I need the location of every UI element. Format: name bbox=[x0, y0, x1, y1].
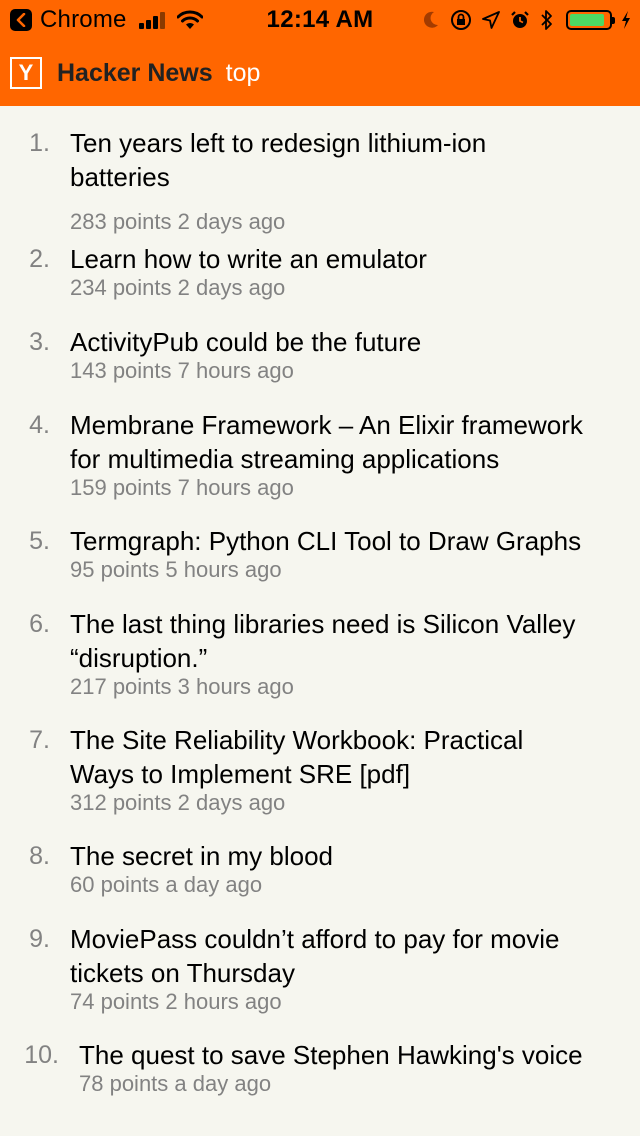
story-points: 159 points bbox=[70, 475, 172, 500]
story-item[interactable]: 3. ActivityPub could be the future 143 poi… bbox=[0, 325, 640, 391]
story-meta: 74 points 2 hours ago bbox=[70, 988, 282, 1016]
story-item[interactable]: 10. The quest to save Stephen Hawking's v… bbox=[0, 1038, 640, 1104]
story-rank: 1. bbox=[29, 129, 50, 157]
story-title[interactable]: The quest to save Stephen Hawking's voic… bbox=[79, 1038, 640, 1072]
app-header: Y Hacker News top bbox=[0, 40, 640, 106]
story-age: 2 hours ago bbox=[165, 989, 282, 1014]
story-title[interactable]: The secret in my blood bbox=[70, 839, 640, 873]
story-age: a day ago bbox=[174, 1071, 272, 1096]
story-points: 95 points bbox=[70, 557, 160, 582]
story-meta: 234 points 2 days ago bbox=[70, 274, 285, 302]
story-title-line[interactable]: batteries bbox=[70, 160, 640, 194]
story-age: 3 hours ago bbox=[177, 674, 294, 699]
story-points: 74 points bbox=[70, 989, 160, 1014]
story-title-line[interactable]: Learn how to write an emulator bbox=[70, 242, 640, 276]
story-points: 143 points bbox=[70, 358, 172, 383]
story-title-line[interactable]: tickets on Thursday bbox=[70, 956, 640, 990]
site-title[interactable]: Hacker News bbox=[57, 59, 213, 88]
story-points: 283 points bbox=[70, 209, 172, 234]
story-meta: 283 points 2 days ago bbox=[70, 208, 285, 236]
story-rank: 5. bbox=[29, 527, 50, 555]
story-rank: 2. bbox=[29, 245, 50, 273]
story-rank: 3. bbox=[29, 328, 50, 356]
story-title[interactable]: MoviePass couldn’t afford to pay for mov… bbox=[70, 922, 640, 990]
bluetooth-icon bbox=[541, 10, 552, 30]
story-title[interactable]: The Site Reliability Workbook: Practical… bbox=[70, 723, 640, 791]
story-age: 7 hours ago bbox=[177, 358, 294, 383]
hn-app-screen: Chrome 12:14 AM Y Hacker News top 1. Ten… bbox=[0, 0, 640, 1136]
story-age: 2 days ago bbox=[177, 790, 286, 815]
story-meta: 159 points 7 hours ago bbox=[70, 474, 294, 502]
story-meta: 143 points 7 hours ago bbox=[70, 357, 294, 385]
status-bar: Chrome 12:14 AM bbox=[0, 0, 640, 40]
back-to-app[interactable]: Chrome bbox=[10, 0, 203, 40]
story-rank: 9. bbox=[29, 925, 50, 953]
rotation-lock-icon bbox=[451, 10, 471, 30]
story-title-line[interactable]: Termgraph: Python CLI Tool to Draw Graph… bbox=[70, 524, 640, 558]
story-meta: 78 points a day ago bbox=[79, 1070, 271, 1098]
story-item[interactable]: 6. The last thing libraries need is Silic… bbox=[0, 607, 640, 707]
story-meta: 60 points a day ago bbox=[70, 871, 262, 899]
story-title-line[interactable]: The last thing libraries need is Silicon… bbox=[70, 607, 640, 641]
story-rank: 10. bbox=[24, 1041, 59, 1069]
story-item[interactable]: 4. Membrane Framework – An Elixir framewo… bbox=[0, 408, 640, 508]
story-item[interactable]: 7. The Site Reliability Workbook: Practic… bbox=[0, 723, 640, 823]
moon-icon bbox=[423, 11, 438, 28]
story-age: a day ago bbox=[165, 872, 263, 897]
story-title-line[interactable]: The quest to save Stephen Hawking's voic… bbox=[79, 1038, 640, 1072]
story-title[interactable]: Learn how to write an emulator bbox=[70, 242, 640, 276]
story-item[interactable]: 8. The secret in my blood 60 points a day … bbox=[0, 839, 640, 905]
story-points: 312 points bbox=[70, 790, 172, 815]
story-meta: 312 points 2 days ago bbox=[70, 789, 285, 817]
battery-fill bbox=[570, 14, 605, 26]
story-title[interactable]: Ten years left to redesign lithium-ion ba… bbox=[70, 126, 640, 194]
story-age: 2 days ago bbox=[177, 275, 286, 300]
story-points: 234 points bbox=[70, 275, 172, 300]
story-title[interactable]: Membrane Framework – An Elixir framework… bbox=[70, 408, 640, 476]
story-item[interactable]: 1. Ten years left to redesign lithium-ion… bbox=[0, 126, 640, 242]
story-rank: 4. bbox=[29, 411, 50, 439]
story-title-line[interactable]: The secret in my blood bbox=[70, 839, 640, 873]
back-arrow-icon[interactable] bbox=[10, 9, 32, 31]
top-bar: Chrome 12:14 AM Y Hacker News top bbox=[0, 0, 640, 106]
wifi-icon bbox=[176, 10, 203, 29]
charging-bolt-icon bbox=[622, 11, 630, 29]
story-title-line[interactable]: ActivityPub could be the future bbox=[70, 325, 640, 359]
story-title[interactable]: ActivityPub could be the future bbox=[70, 325, 640, 359]
status-icons bbox=[412, 0, 632, 40]
back-app-label[interactable]: Chrome bbox=[40, 6, 127, 34]
story-item[interactable]: 2. Learn how to write an emulator 234 poin… bbox=[0, 242, 640, 308]
location-icon bbox=[482, 11, 500, 29]
story-item[interactable]: 5. Termgraph: Python CLI Tool to Draw Gra… bbox=[0, 524, 640, 590]
signal-icon bbox=[138, 11, 167, 29]
alarm-icon bbox=[511, 11, 529, 28]
hn-logo[interactable]: Y bbox=[10, 57, 42, 89]
story-title-line[interactable]: for multimedia streaming applications bbox=[70, 442, 640, 476]
story-points: 78 points bbox=[79, 1071, 169, 1096]
story-points: 60 points bbox=[70, 872, 160, 897]
story-age: 7 hours ago bbox=[177, 475, 294, 500]
story-title-line[interactable]: Ten years left to redesign lithium-ion bbox=[70, 126, 640, 160]
story-title[interactable]: The last thing libraries need is Silicon… bbox=[70, 607, 640, 675]
story-title-line[interactable]: MoviePass couldn’t afford to pay for mov… bbox=[70, 922, 640, 956]
story-title-line[interactable]: Ways to Implement SRE [pdf] bbox=[70, 757, 640, 791]
story-points: 217 points bbox=[70, 674, 172, 699]
story-rank: 6. bbox=[29, 610, 50, 638]
story-meta: 217 points 3 hours ago bbox=[70, 673, 294, 701]
story-title-line[interactable]: The Site Reliability Workbook: Practical bbox=[70, 723, 640, 757]
story-meta: 95 points 5 hours ago bbox=[70, 556, 282, 584]
story-rank: 7. bbox=[29, 726, 50, 754]
story-age: 5 hours ago bbox=[165, 557, 282, 582]
story-item[interactable]: 9. MoviePass couldn’t afford to pay for m… bbox=[0, 922, 640, 1022]
story-rank: 8. bbox=[29, 842, 50, 870]
story-title-line[interactable]: Membrane Framework – An Elixir framework bbox=[70, 408, 640, 442]
story-title-line[interactable]: “disruption.” bbox=[70, 641, 640, 675]
story-age: 2 days ago bbox=[177, 209, 286, 234]
story-title[interactable]: Termgraph: Python CLI Tool to Draw Graph… bbox=[70, 524, 640, 558]
battery-icon bbox=[566, 10, 615, 30]
section-label[interactable]: top bbox=[226, 59, 261, 88]
